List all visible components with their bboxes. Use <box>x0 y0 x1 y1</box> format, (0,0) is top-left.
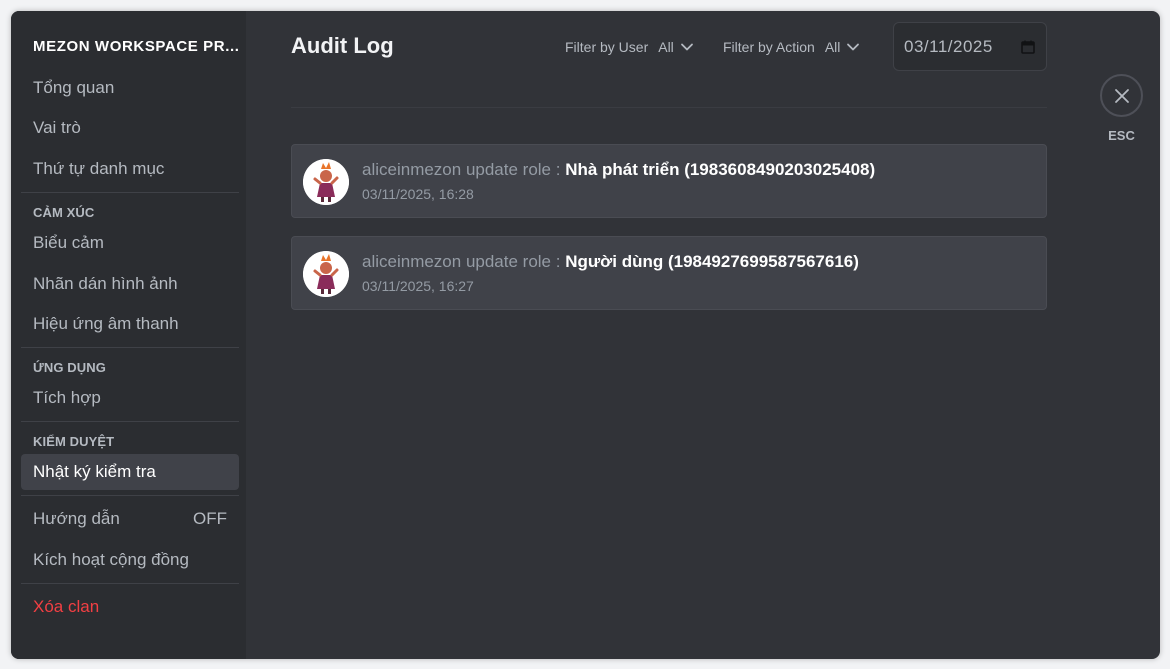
guide-status-badge: OFF <box>193 509 227 528</box>
section-heading-emoji: CẢM XÚC <box>33 205 95 220</box>
sidebar-item-roles[interactable]: Vai trò <box>21 110 239 146</box>
sidebar-divider <box>21 347 239 348</box>
close-button[interactable] <box>1100 74 1143 117</box>
filter-by-action: Filter by Action All <box>723 39 860 55</box>
sidebar-item-emoji[interactable]: Biểu cảm <box>21 225 239 261</box>
log-entry-text: aliceinmezon update role : Người dùng (1… <box>362 252 859 272</box>
chevron-down-icon <box>680 43 693 51</box>
audit-log-entry: aliceinmezon update role : Nhà phát triể… <box>291 144 1047 218</box>
settings-sidebar: MEZON WORKSPACE PR... Tổng quan Vai trò … <box>11 11 246 659</box>
sidebar-item-label: Hướng dẫn <box>33 509 120 528</box>
filter-action-value: All <box>824 39 841 55</box>
sidebar-item-label: Nhãn dán hình ảnh <box>33 274 178 293</box>
log-entry-timestamp: 03/11/2025, 16:28 <box>362 186 474 202</box>
esc-label: ESC <box>1108 128 1135 143</box>
sidebar-item-label: Biểu cảm <box>33 233 104 252</box>
page-title: Audit Log <box>291 33 394 58</box>
user-avatar-icon <box>303 159 349 205</box>
log-entry-timestamp: 03/11/2025, 16:27 <box>362 278 474 294</box>
filter-action-dropdown[interactable]: All <box>825 39 861 55</box>
sidebar-item-label: Vai trò <box>33 118 81 137</box>
log-entry-action: aliceinmezon update role : <box>362 160 566 179</box>
user-avatar-icon <box>303 251 349 297</box>
log-entry-action: aliceinmezon update role : <box>362 252 566 271</box>
sidebar-item-label: Nhật ký kiểm tra <box>33 462 156 481</box>
sidebar-item-enable-community[interactable]: Kích hoạt cộng đồng <box>21 542 239 578</box>
sidebar-item-category-order[interactable]: Thứ tự danh mục <box>21 151 239 187</box>
sidebar-item-audit-log[interactable]: Nhật ký kiểm tra <box>21 454 239 490</box>
filter-user-label: Filter by User <box>565 39 649 55</box>
log-entry-text: aliceinmezon update role : Nhà phát triể… <box>362 160 875 180</box>
sidebar-divider <box>21 192 239 193</box>
header-divider <box>291 107 1047 108</box>
avatar <box>303 159 349 205</box>
log-entry-target: Nhà phát triển (1983608490203025408) <box>565 160 876 179</box>
sidebar-item-stickers[interactable]: Nhãn dán hình ảnh <box>21 266 239 302</box>
section-heading-apps: ỨNG DỤNG <box>33 360 106 375</box>
filter-user-dropdown[interactable]: All <box>658 39 694 55</box>
section-heading-moderation: KIỂM DUYỆT <box>33 434 115 449</box>
sidebar-item-soundboard[interactable]: Hiệu ứng âm thanh <box>21 306 239 342</box>
date-value: 03/11/2025 <box>904 36 993 56</box>
settings-window: MEZON WORKSPACE PR... Tổng quan Vai trò … <box>11 11 1160 659</box>
sidebar-item-label: Hiệu ứng âm thanh <box>33 314 179 333</box>
sidebar-item-label: Kích hoạt cộng đồng <box>33 550 189 569</box>
workspace-title: MEZON WORKSPACE PR... <box>33 38 240 55</box>
sidebar-item-delete-clan[interactable]: Xóa clan <box>21 589 239 625</box>
audit-log-entry: aliceinmezon update role : Người dùng (1… <box>291 236 1047 310</box>
filter-user-value: All <box>658 39 674 55</box>
sidebar-divider <box>21 583 239 584</box>
log-entry-target: Người dùng (1984927699587567616) <box>565 252 859 271</box>
date-picker-input[interactable]: 03/11/2025 <box>893 22 1047 71</box>
sidebar-divider <box>21 421 239 422</box>
sidebar-item-guide[interactable]: Hướng dẫn OFF <box>21 501 239 537</box>
sidebar-item-label: Tích hợp <box>33 388 101 407</box>
sidebar-item-label: Tổng quan <box>33 78 115 97</box>
sidebar-item-overview[interactable]: Tổng quan <box>21 70 239 106</box>
avatar <box>303 251 349 297</box>
calendar-icon[interactable] <box>1020 39 1036 55</box>
filter-by-user: Filter by User All <box>565 39 694 55</box>
sidebar-item-label: Xóa clan <box>33 597 100 616</box>
filter-action-label: Filter by Action <box>723 39 815 55</box>
sidebar-divider <box>21 495 239 496</box>
sidebar-item-integrations[interactable]: Tích hợp <box>21 380 239 416</box>
sidebar-item-label: Thứ tự danh mục <box>33 159 165 178</box>
close-icon <box>1114 88 1129 103</box>
audit-log-panel: Audit Log Filter by User All Filter by A… <box>246 11 1160 659</box>
chevron-down-icon <box>847 43 860 51</box>
